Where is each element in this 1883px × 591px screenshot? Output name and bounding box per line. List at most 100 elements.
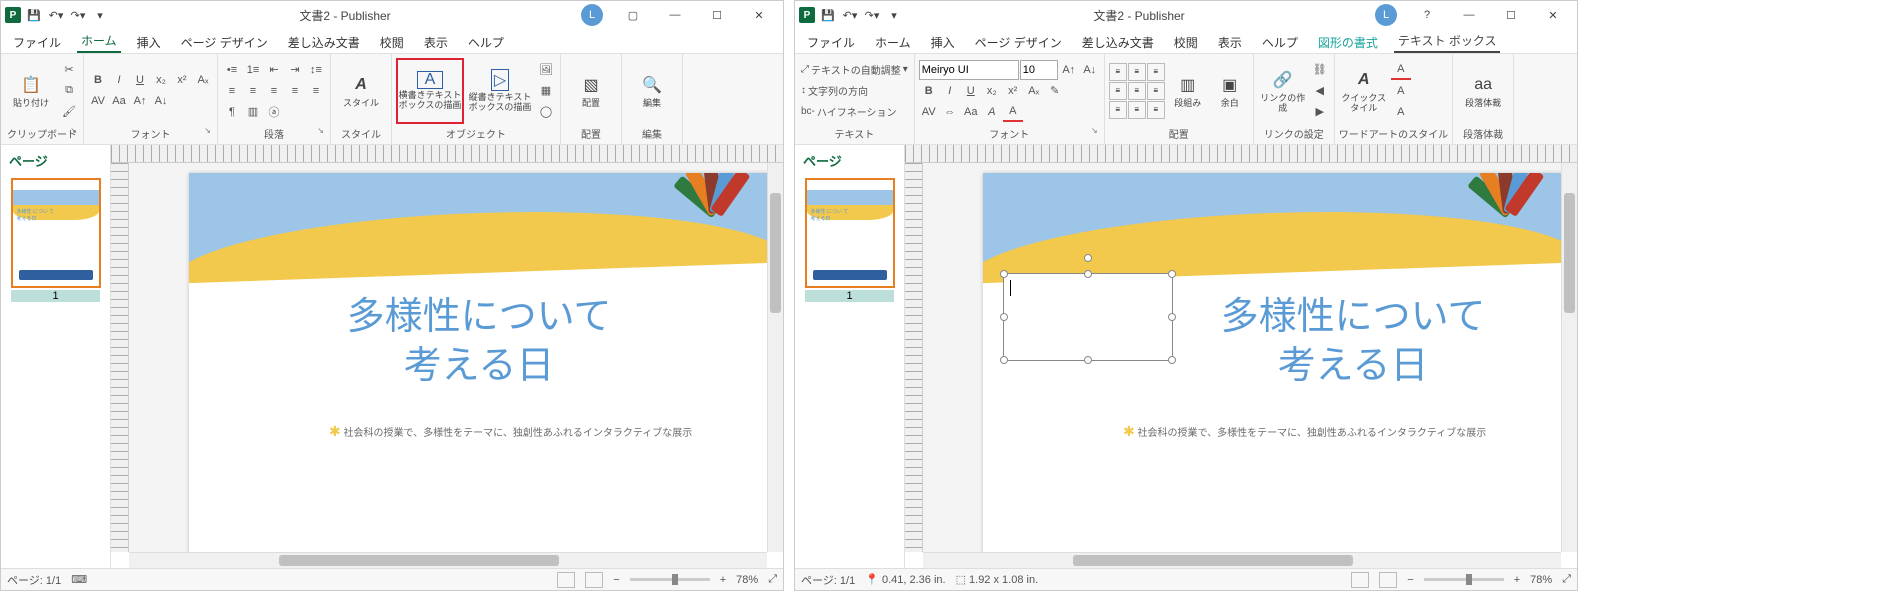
tab-page-design[interactable]: ページ デザイン [177, 32, 272, 53]
help-button[interactable]: ? [1407, 3, 1447, 27]
tab-file[interactable]: ファイル [9, 32, 65, 53]
doc-body-text[interactable]: ✱ 社会科の授業で、多様性をテーマに、独創性あふれるインタラクティブな展示 [329, 423, 692, 440]
inc-indent-button[interactable]: ⇥ [285, 60, 305, 80]
tab-mailings[interactable]: 差し込み文書 [1078, 32, 1158, 53]
resize-handle-s[interactable] [1084, 356, 1092, 364]
align-mc-button[interactable]: ≡ [1128, 82, 1146, 100]
status-size[interactable]: ⬚ 1.92 x 1.08 in. [956, 573, 1039, 586]
paragraph-launcher-icon[interactable]: ↘ [317, 126, 324, 135]
tab-view[interactable]: 表示 [1214, 32, 1246, 53]
qat-more-icon[interactable]: ▾ [885, 6, 903, 24]
autofit-button[interactable]: ⤢テキストの自動調整 ▾ [799, 60, 910, 80]
next-link-button[interactable]: ▶ [1310, 102, 1330, 122]
minimize-button[interactable]: — [1449, 3, 1489, 27]
justify-button[interactable]: ≡ [285, 81, 305, 101]
tab-insert[interactable]: 挿入 [927, 32, 959, 53]
doc-title[interactable]: 多様性について考える日 [1143, 293, 1561, 392]
change-case-button[interactable]: Aa [109, 91, 129, 111]
ruler-horizontal[interactable] [111, 145, 783, 163]
special-char-button[interactable]: ⓐ [264, 102, 284, 122]
create-link-button[interactable]: 🔗 リンクの作成 [1258, 58, 1308, 124]
text-highlight-button[interactable]: ✎ [1045, 81, 1065, 101]
align-bl-button[interactable]: ≡ [1109, 101, 1127, 119]
user-badge[interactable]: L [1375, 4, 1397, 26]
cut-icon[interactable]: ✂ [59, 60, 79, 80]
font-size-input[interactable] [1020, 60, 1058, 80]
zoom-level[interactable]: 78% [1530, 574, 1552, 586]
zoom-in-button[interactable]: + [1514, 574, 1520, 586]
status-page[interactable]: ページ: 1/1 [7, 572, 61, 588]
picture-button[interactable]: 🖼 [536, 60, 556, 80]
page-thumb-container[interactable]: 多様性 につい て考える日 1 [5, 178, 106, 302]
zoom-level[interactable]: 78% [736, 574, 758, 586]
superscript-button[interactable]: x² [1003, 81, 1023, 101]
tab-help[interactable]: ヘルプ [464, 32, 508, 53]
resize-handle-n[interactable] [1084, 270, 1092, 278]
char-spacing-button[interactable]: AV [919, 102, 939, 122]
change-case-button[interactable]: Aa [961, 102, 981, 122]
resize-handle-se[interactable] [1168, 356, 1176, 364]
document-page[interactable]: 多様性について考える日 ✱ 社会科の授業で、多様性をテーマに、独創性あふれるイン… [983, 173, 1561, 552]
document-page[interactable]: 多様性について考える日 ✱ 社会科の授業で、多様性をテーマに、独創性あふれるイン… [189, 173, 767, 552]
styles-button[interactable]: A スタイル [335, 58, 387, 124]
maximize-button[interactable]: ☐ [1491, 3, 1531, 27]
tab-text-box[interactable]: テキスト ボックス [1394, 30, 1501, 53]
format-painter-icon[interactable]: 🖌 [59, 102, 79, 122]
zoom-fit-button[interactable]: ⤢ [768, 573, 777, 586]
arrange-button[interactable]: ▧ 配置 [565, 58, 617, 124]
paragraph-mark-button[interactable]: ¶ [222, 102, 242, 122]
undo-icon[interactable]: ↶▾ [47, 6, 65, 24]
align-center-button[interactable]: ≡ [243, 81, 263, 101]
ruler-vertical[interactable] [905, 163, 923, 552]
resize-handle-e[interactable] [1168, 313, 1176, 321]
styles-button[interactable]: A [982, 102, 1002, 122]
zoom-out-button[interactable]: − [613, 574, 619, 586]
close-button[interactable]: ✕ [1533, 3, 1573, 27]
break-link-button[interactable]: ⛓ [1310, 60, 1330, 80]
italic-button[interactable]: I [109, 70, 129, 90]
align-ml-button[interactable]: ≡ [1109, 82, 1127, 100]
font-name-input[interactable] [919, 60, 1019, 80]
edit-button[interactable]: 🔍 編集 [626, 58, 678, 124]
align-tr-button[interactable]: ≡ [1147, 63, 1165, 81]
tab-help[interactable]: ヘルプ [1258, 32, 1302, 53]
close-button[interactable]: ✕ [739, 3, 779, 27]
tab-mailings[interactable]: 差し込み文書 [284, 32, 364, 53]
resize-handle-ne[interactable] [1168, 270, 1176, 278]
dec-indent-button[interactable]: ⇤ [264, 60, 284, 80]
page-thumbnail-1[interactable]: 多様性 につい て考える日 [805, 178, 895, 288]
selected-text-box[interactable] [1003, 273, 1173, 361]
view-spread-button[interactable] [585, 572, 603, 588]
subscript-button[interactable]: x₂ [982, 81, 1002, 101]
columns-button[interactable]: ▥ [243, 102, 263, 122]
status-page[interactable]: ページ: 1/1 [801, 572, 855, 588]
copy-icon[interactable]: ⧉ [59, 81, 79, 101]
canvas[interactable]: 多様性について考える日 ✱ 社会科の授業で、多様性をテーマに、独創性あふれるイン… [923, 163, 1561, 552]
view-single-button[interactable] [1351, 572, 1369, 588]
clear-format-button[interactable]: Aₓ [193, 70, 213, 90]
shrink-font-button[interactable]: A↓ [151, 91, 171, 111]
shrink-font-button[interactable]: A↓ [1080, 60, 1100, 80]
char-spacing-button[interactable]: AV [88, 91, 108, 111]
tab-home[interactable]: ホーム [77, 30, 121, 53]
margins-button[interactable]: ▣ 余白 [1211, 58, 1249, 124]
tab-insert[interactable]: 挿入 [133, 32, 165, 53]
align-tc-button[interactable]: ≡ [1128, 63, 1146, 81]
underline-button[interactable]: U [130, 70, 150, 90]
draw-h-text-box-button[interactable]: A 横書きテキスト ボックスの描画 [396, 58, 464, 124]
minimize-button[interactable]: — [655, 3, 695, 27]
superscript-button[interactable]: x² [172, 70, 192, 90]
numbering-button[interactable]: 1≡ [243, 60, 263, 80]
paste-button[interactable]: 📋 貼り付け [5, 58, 57, 124]
qat-more-icon[interactable]: ▾ [91, 6, 109, 24]
tab-shape-format[interactable]: 図形の書式 [1314, 32, 1382, 53]
underline-button[interactable]: U [961, 81, 981, 101]
text-direction-button[interactable]: ↕文字列の方向 [799, 81, 910, 101]
hyphenation-button[interactable]: bc-ハイフネーション [799, 102, 910, 122]
tab-home[interactable]: ホーム [871, 32, 915, 53]
table-button[interactable]: ▦ [536, 81, 556, 101]
bold-button[interactable]: B [919, 81, 939, 101]
canvas[interactable]: 多様性について考える日 ✱ 社会科の授業で、多様性をテーマに、独創性あふれるイン… [129, 163, 767, 552]
page-thumb-container[interactable]: 多様性 につい て考える日 1 [799, 178, 900, 302]
ruler-vertical[interactable] [111, 163, 129, 552]
